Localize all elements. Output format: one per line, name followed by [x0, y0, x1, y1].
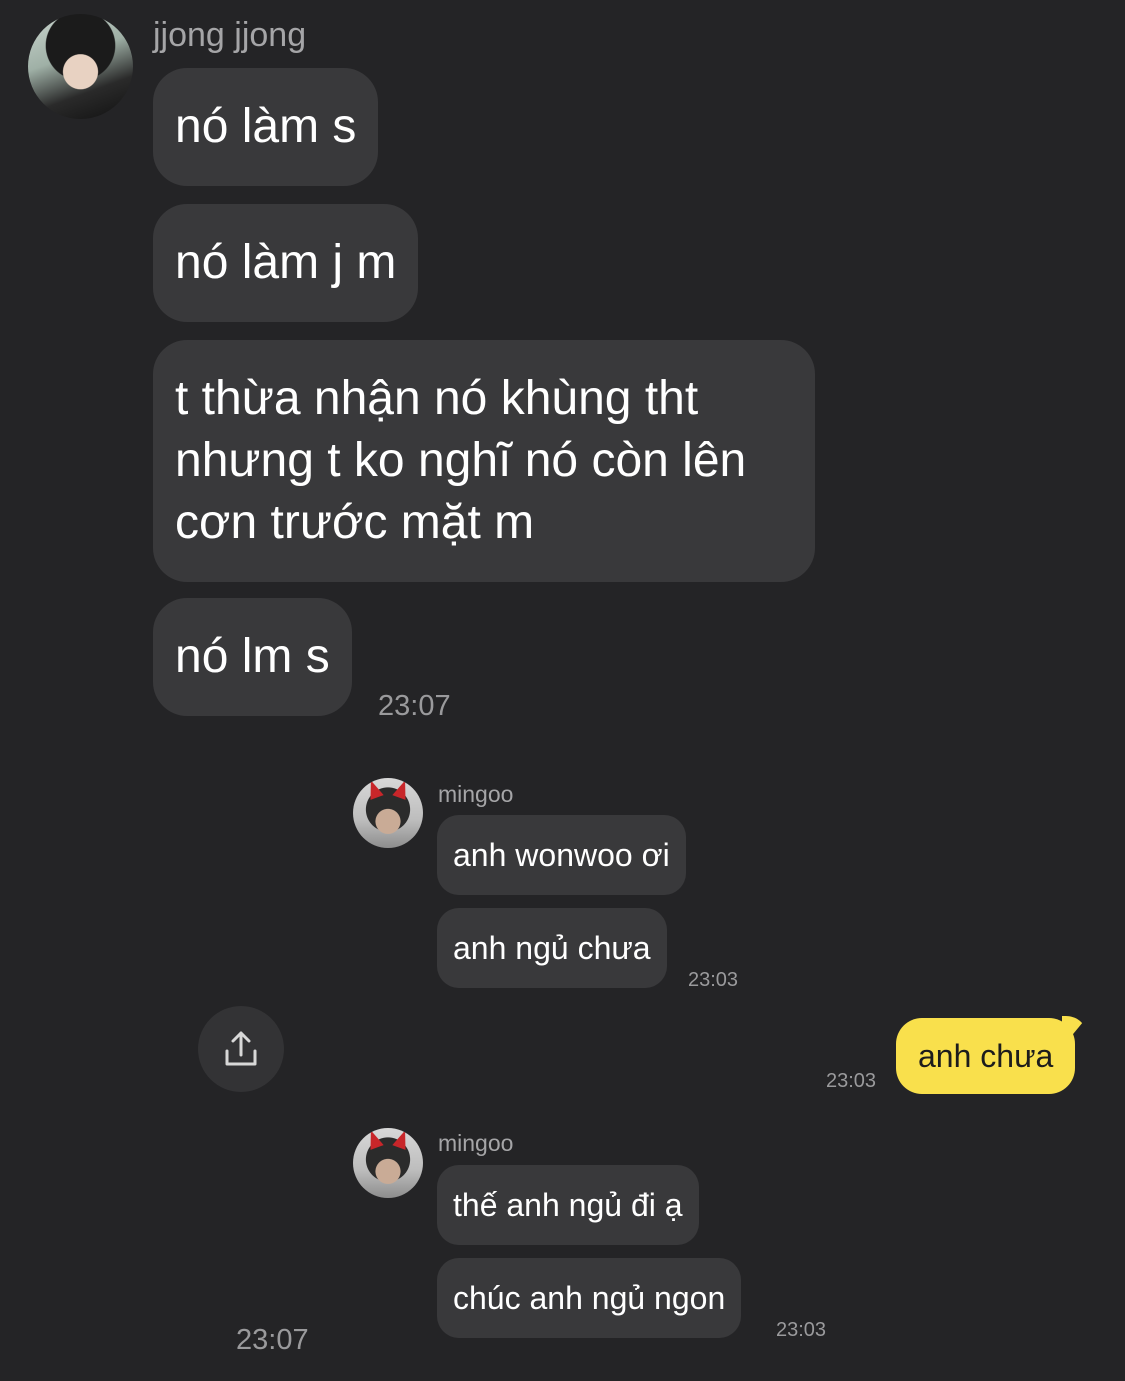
my-message-bubble: anh chưa [896, 1018, 1076, 1094]
sender-name: jjong jjong [153, 16, 307, 54]
avatar-mingoo [353, 1128, 423, 1198]
quoted-message-bubble: anh ngủ chưa [437, 908, 667, 988]
sender-name: mingoo [438, 1130, 514, 1156]
message-text: chúc anh ngủ ngon [453, 1280, 726, 1316]
message-text-line: cơn trước mặt m [175, 496, 535, 549]
message-time: 23:03 [688, 969, 739, 991]
message-bubble[interactable]: nó làm s [153, 68, 379, 186]
message-text: nó lm s [175, 630, 330, 683]
message-time: 23:03 [776, 1319, 827, 1341]
message-text: anh chưa [918, 1038, 1054, 1074]
share-button[interactable] [198, 1006, 284, 1092]
message-bubble[interactable]: nó lm s [153, 598, 352, 716]
message-text-line: t thừa nhận nó khùng tht [175, 372, 699, 425]
sender-name: mingoo [438, 781, 514, 807]
message-text: nó làm s [175, 100, 357, 153]
message-text: thế anh ngủ đi ạ [453, 1187, 683, 1223]
message-text: nó làm j m [175, 236, 397, 289]
message-text: anh ngủ chưa [453, 930, 651, 966]
quoted-message-bubble: chúc anh ngủ ngon [437, 1258, 742, 1338]
message-bubble[interactable]: nó làm j m [153, 204, 419, 322]
message-bubble[interactable]: t thừa nhận nó khùng tht nhưng t ko nghĩ… [153, 340, 815, 582]
quoted-message-bubble: thế anh ngủ đi ạ [437, 1165, 699, 1245]
message-time: 23:07 [236, 1324, 309, 1356]
quoted-message-bubble: anh wonwoo ơi [437, 815, 686, 895]
message-time: 23:07 [378, 690, 451, 722]
message-text-line: nhưng t ko nghĩ nó còn lên [175, 434, 747, 487]
message-text: anh wonwoo ơi [453, 837, 670, 873]
message-time: 23:03 [826, 1070, 877, 1092]
avatar-mingoo [353, 778, 423, 848]
share-icon [225, 1031, 257, 1066]
avatar-jjong[interactable] [28, 14, 133, 119]
